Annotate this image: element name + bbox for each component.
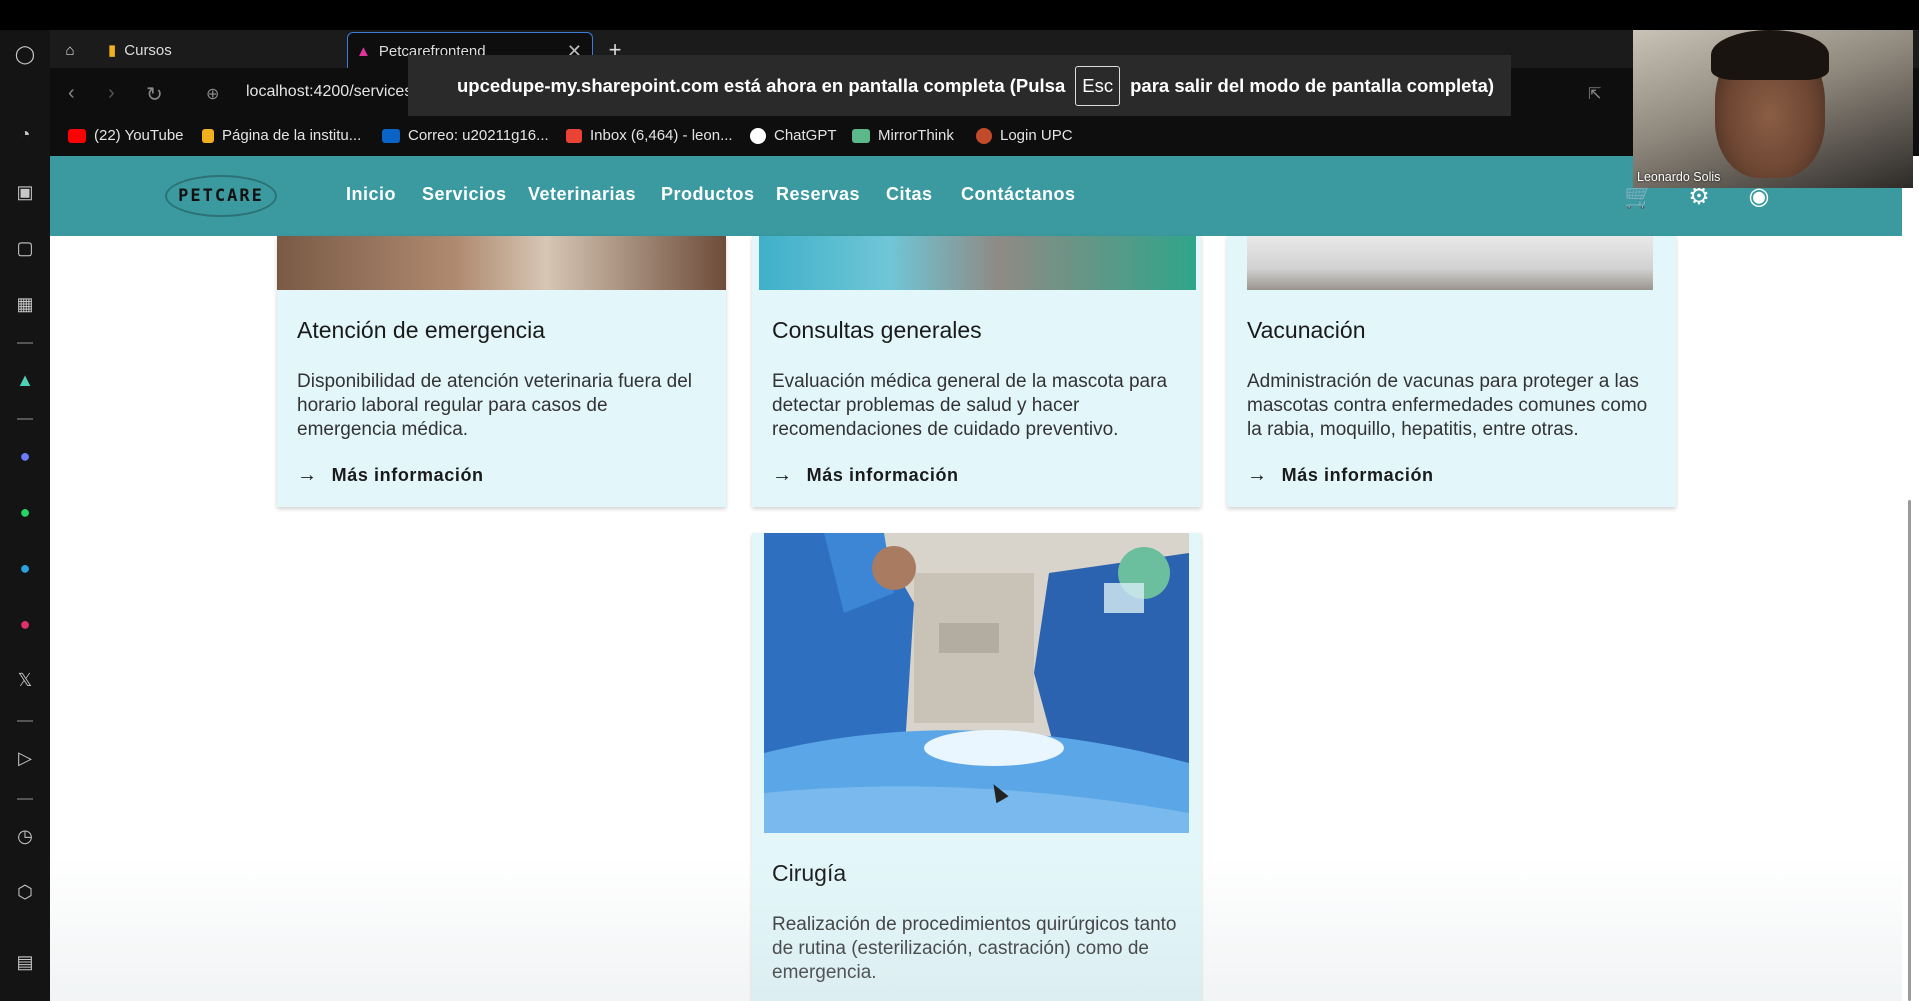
arrow-right-icon: → bbox=[772, 464, 793, 486]
sidebar-divider bbox=[17, 720, 33, 722]
fullscreen-banner: upcedupe-my.sharepoint.com está ahora en… bbox=[408, 55, 1511, 116]
service-image bbox=[1247, 236, 1653, 290]
angular-icon: ▲ bbox=[356, 42, 371, 60]
nav-contactanos[interactable]: Contáctanos bbox=[961, 184, 1076, 205]
more-info-link[interactable]: → Más información bbox=[297, 464, 484, 487]
upc-icon bbox=[976, 127, 992, 144]
service-description: Administración de vacunas para proteger … bbox=[1247, 371, 1648, 440]
aria-icon[interactable]: ▲ bbox=[13, 368, 37, 392]
bookmark-chatgpt[interactable]: ChatGPT bbox=[750, 127, 837, 144]
twitch-icon[interactable]: ▢ bbox=[13, 236, 37, 260]
sidebar-divider bbox=[17, 342, 33, 344]
calendar-icon[interactable]: ▦ bbox=[13, 292, 37, 316]
service-description: Realización de procedimientos quirúrgico… bbox=[772, 914, 1177, 983]
webcam-overlay[interactable]: Leonardo Solis bbox=[1633, 30, 1913, 188]
telegram-icon[interactable]: ● bbox=[13, 556, 37, 580]
presenter-name: Leonardo Solis bbox=[1637, 170, 1721, 184]
sidebar-divider bbox=[17, 798, 33, 800]
nav-productos[interactable]: Productos bbox=[661, 184, 755, 205]
bookmark-mirrorthink[interactable]: MirrorThink bbox=[852, 127, 954, 144]
service-image-surgery bbox=[764, 533, 1189, 833]
sidebar-divider bbox=[17, 418, 33, 420]
gamepad-icon[interactable]: ⌂ bbox=[50, 32, 90, 68]
bookmark-institucion[interactable]: Página de la institu... bbox=[202, 127, 361, 144]
nav-citas[interactable]: Citas bbox=[886, 184, 933, 205]
surgery-illustration bbox=[764, 533, 1189, 833]
arrow-right-icon: → bbox=[1247, 464, 1268, 486]
bookmark-label: Correo: u20211g16... bbox=[408, 127, 549, 144]
service-title: Consultas generales bbox=[772, 317, 982, 343]
service-card-consultas: Consultas generales Evaluación médica ge… bbox=[752, 236, 1201, 507]
service-card-emergencia: Atención de emergencia Disponibilidad de… bbox=[277, 236, 726, 507]
service-title: Atención de emergencia bbox=[297, 317, 546, 343]
reload-icon[interactable]: ↻ bbox=[146, 82, 163, 107]
service-image bbox=[277, 236, 726, 290]
more-info-link[interactable]: → Más información bbox=[772, 464, 959, 487]
bookmark-label: Página de la institu... bbox=[222, 127, 362, 144]
history-icon[interactable]: ◷ bbox=[13, 824, 37, 848]
bookmark-label: (22) YouTube bbox=[94, 127, 184, 144]
bookmark-youtube[interactable]: (22) YouTube bbox=[68, 127, 184, 144]
browser-sidebar: ◯ ◔ ▣ ▢ ▦ ▲ ● ● ● ● 𝕏 ▷ ◷ ⬡ ▤ bbox=[0, 30, 50, 1001]
arrow-right-icon: → bbox=[297, 464, 318, 486]
messenger-icon[interactable]: ● bbox=[13, 444, 37, 468]
gallery-icon[interactable]: ▤ bbox=[13, 950, 37, 974]
site-header: PETCARE Inicio Servicios Veterinarias Pr… bbox=[50, 156, 1902, 236]
bookmark-login-upc[interactable]: Login UPC bbox=[976, 127, 1073, 144]
fullscreen-banner-text-end: para salir del modo de pantalla completa… bbox=[1130, 74, 1495, 96]
player-icon[interactable]: ▷ bbox=[13, 746, 37, 770]
outlook-icon bbox=[382, 128, 400, 143]
briefcase-icon[interactable]: ▣ bbox=[13, 180, 37, 204]
instagram-icon[interactable]: ● bbox=[13, 612, 37, 636]
page-scrollbar-thumb[interactable] bbox=[1908, 500, 1911, 1001]
service-description: Evaluación médica general de la mascota … bbox=[772, 371, 1168, 440]
youtube-icon bbox=[68, 128, 86, 143]
speed-dial-icon[interactable]: ◔ bbox=[13, 122, 37, 146]
more-info-label: Más información bbox=[331, 465, 484, 485]
more-info-label: Más información bbox=[1281, 465, 1434, 485]
x-twitter-icon[interactable]: 𝕏 bbox=[13, 668, 37, 692]
nav-servicios[interactable]: Servicios bbox=[422, 184, 507, 205]
bar-chart-icon: ▮ bbox=[108, 42, 117, 59]
bookmark-correo[interactable]: Correo: u20211g16... bbox=[382, 127, 549, 144]
top-black-bar bbox=[0, 0, 1919, 30]
back-icon[interactable]: ‹ bbox=[68, 82, 75, 105]
forward-icon[interactable]: › bbox=[108, 82, 115, 105]
esc-key-hint: Esc bbox=[1075, 65, 1121, 106]
presenter-hair bbox=[1711, 30, 1829, 80]
globe-icon: ⊕ bbox=[206, 86, 220, 103]
gmail-icon bbox=[566, 128, 582, 143]
bookmark-label: Inbox (6,464) - leon... bbox=[590, 127, 733, 144]
service-image bbox=[759, 236, 1196, 290]
service-title: Vacunación bbox=[1247, 317, 1366, 343]
mirrorthink-icon bbox=[852, 128, 870, 143]
service-description: Disponibilidad de atención veterinaria f… bbox=[297, 371, 693, 440]
chatgpt-icon bbox=[750, 127, 766, 144]
bookmark-label: ChatGPT bbox=[774, 127, 837, 144]
nav-veterinarias[interactable]: Veterinarias bbox=[528, 184, 636, 205]
tab-label: Cursos bbox=[124, 41, 172, 59]
bookmark-label: Login UPC bbox=[1000, 127, 1073, 144]
opera-logo-icon[interactable]: ◯ bbox=[13, 42, 37, 66]
more-info-label: Más información bbox=[806, 465, 959, 485]
fullscreen-banner-text: upcedupe-my.sharepoint.com está ahora en… bbox=[457, 74, 1066, 96]
url-field[interactable]: localhost:4200/services bbox=[246, 83, 412, 101]
whatsapp-icon[interactable]: ● bbox=[13, 500, 37, 524]
service-title: Cirugía bbox=[772, 860, 847, 886]
nav-inicio[interactable]: Inicio bbox=[346, 184, 396, 205]
service-card-vacunacion: Vacunación Administración de vacunas par… bbox=[1227, 236, 1676, 507]
extensions-box-icon[interactable]: ⬡ bbox=[13, 880, 37, 904]
bar-chart-icon bbox=[202, 128, 214, 143]
service-card-cirugia: Cirugía Realización de procedimientos qu… bbox=[752, 533, 1201, 1001]
share-icon[interactable]: ⇱ bbox=[1588, 84, 1601, 104]
petcare-logo[interactable]: PETCARE bbox=[167, 177, 275, 215]
petcare-page: PETCARE Inicio Servicios Veterinarias Pr… bbox=[50, 156, 1902, 1001]
nav-reservas[interactable]: Reservas bbox=[776, 184, 860, 205]
more-info-link[interactable]: → Más información bbox=[1247, 464, 1434, 487]
bookmark-label: MirrorThink bbox=[878, 127, 954, 144]
bookmark-gmail[interactable]: Inbox (6,464) - leon... bbox=[566, 127, 733, 144]
